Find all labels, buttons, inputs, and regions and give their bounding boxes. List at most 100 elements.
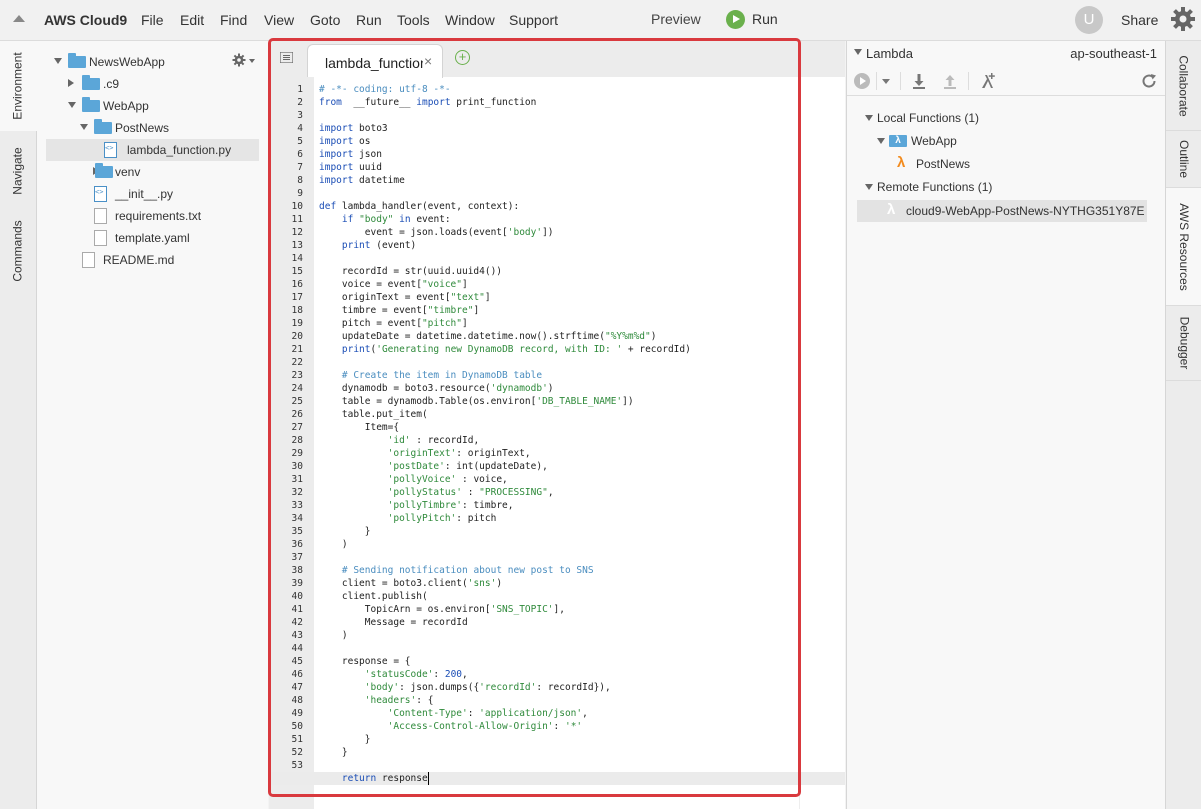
menu-find[interactable]: Find (220, 12, 247, 28)
menu-support[interactable]: Support (509, 12, 558, 28)
expand-arrow-icon[interactable] (80, 124, 88, 130)
code-line[interactable]: response = { (319, 655, 411, 668)
code-line[interactable]: } (319, 525, 371, 538)
code-line[interactable]: import uuid (319, 161, 382, 174)
menu-run[interactable]: Run (356, 12, 382, 28)
local-function-node[interactable]: λ PostNews (897, 153, 1153, 175)
code-line[interactable]: import json (319, 148, 382, 161)
code-line[interactable]: timbre = event["timbre"] (319, 304, 479, 317)
local-app-node[interactable]: λ WebApp (875, 130, 1153, 152)
editor-tab-lambda-function[interactable]: lambda_function.py × (307, 44, 443, 78)
expand-arrow-icon[interactable] (877, 138, 885, 144)
menu-edit[interactable]: Edit (180, 12, 204, 28)
tree-item-readme[interactable]: README.md (37, 249, 268, 271)
refresh-icon[interactable] (1139, 71, 1159, 91)
run-function-icon[interactable] (852, 71, 872, 91)
tree-item-venv[interactable]: venv (37, 161, 268, 183)
code-line[interactable]: 'pollyPitch': pitch (319, 512, 497, 525)
code-line[interactable]: print (event) (319, 239, 416, 252)
expand-arrow-icon[interactable] (865, 184, 873, 190)
new-tab-plus-icon[interactable]: + (455, 50, 470, 65)
code-line[interactable]: print('Generating new DynamoDB record, w… (319, 343, 691, 356)
tree-item-requirements[interactable]: requirements.txt (37, 205, 268, 227)
expand-arrow-icon[interactable] (865, 115, 873, 121)
code-line[interactable]: 'originText': originText, (319, 447, 531, 460)
expand-arrow-icon[interactable] (68, 102, 76, 108)
code-line[interactable]: # Sending notification about new post to… (319, 564, 594, 577)
new-lambda-function-icon[interactable] (978, 71, 998, 91)
code-line[interactable]: originText = event["text"] (319, 291, 491, 304)
panel-collapse-arrow-icon[interactable] (854, 49, 862, 55)
code-line[interactable]: client = boto3.client('sns') (319, 577, 502, 590)
tab-collaborate[interactable]: Collaborate (1166, 41, 1201, 131)
code-line[interactable]: 'pollyVoice' : voice, (319, 473, 508, 486)
code-line[interactable]: recordId = str(uuid.uuid4()) (319, 265, 502, 278)
code-line[interactable]: 'statusCode': 200, (319, 668, 468, 681)
menu-window[interactable]: Window (445, 12, 495, 28)
code-line[interactable]: 'postDate': int(updateDate), (319, 460, 548, 473)
code-area[interactable]: # -*- coding: utf-8 -*- from __future__ i… (319, 77, 845, 809)
import-download-icon[interactable] (909, 71, 929, 91)
tree-item-lambda-function[interactable]: lambda_function.py (46, 139, 259, 161)
tab-outline[interactable]: Outline (1166, 131, 1201, 188)
menu-tools[interactable]: Tools (397, 12, 430, 28)
chevron-down-icon[interactable] (876, 71, 896, 91)
collapse-menu-icon[interactable] (13, 15, 25, 22)
deploy-upload-icon[interactable] (940, 71, 960, 91)
gear-icon[interactable] (1170, 6, 1196, 32)
code-line[interactable]: 'body': json.dumps({'recordId': recordId… (319, 681, 611, 694)
tab-navigate[interactable]: Navigate (0, 133, 36, 209)
code-line[interactable]: TopicArn = os.environ['SNS_TOPIC'], (319, 603, 565, 616)
expand-arrow-icon[interactable] (54, 58, 62, 64)
remote-functions-node[interactable]: Remote Functions (1) (863, 176, 1153, 198)
code-line[interactable]: 'Content-Type': 'application/json', (319, 707, 588, 720)
tab-debugger[interactable]: Debugger (1166, 306, 1201, 381)
tree-item-newswebapp[interactable]: NewsWebApp (37, 51, 268, 73)
code-line[interactable]: 'pollyTimbre': timbre, (319, 499, 514, 512)
code-line[interactable]: client.publish( (319, 590, 428, 603)
code-line[interactable]: dynamodb = boto3.resource('dynamodb') (319, 382, 554, 395)
code-line[interactable]: 'id' : recordId, (319, 434, 480, 447)
code-line[interactable]: from __future__ import print_function (319, 96, 536, 109)
code-line[interactable]: voice = event["voice"] (319, 278, 468, 291)
code-line[interactable]: } (319, 733, 371, 746)
remote-function-node[interactable]: λ cloud9-WebApp-PostNews-NYTHG351Y87E (857, 200, 1147, 222)
tab-aws-resources[interactable]: AWS Resources (1166, 188, 1201, 306)
code-line[interactable]: } (319, 746, 348, 759)
code-line[interactable]: # -*- coding: utf-8 -*- (319, 83, 451, 96)
code-line[interactable]: import os (319, 135, 371, 148)
tree-item-c9[interactable]: .c9 (37, 73, 268, 95)
collapse-arrow-icon[interactable] (68, 79, 74, 87)
preview-button[interactable]: Preview (651, 11, 701, 27)
user-avatar[interactable]: U (1075, 6, 1103, 34)
tab-environment[interactable]: Environment (0, 41, 37, 131)
code-line[interactable]: ) (319, 538, 348, 551)
code-line[interactable]: updateDate = datetime.datetime.now().str… (319, 330, 657, 343)
run-button[interactable]: Run (752, 11, 778, 27)
code-line[interactable]: 'Access-Control-Allow-Origin': '*' (319, 720, 583, 733)
tree-item-init-py[interactable]: __init__.py (37, 183, 268, 205)
menu-view[interactable]: View (264, 12, 294, 28)
local-functions-node[interactable]: Local Functions (1) (863, 107, 1153, 129)
tree-item-postnews[interactable]: PostNews (37, 117, 268, 139)
tab-commands[interactable]: Commands (0, 209, 36, 293)
close-icon[interactable]: × (424, 53, 432, 69)
region-label[interactable]: ap-southeast-1 (1070, 46, 1157, 61)
code-line[interactable]: 'headers': { (319, 694, 434, 707)
menu-goto[interactable]: Goto (310, 12, 340, 28)
code-line[interactable]: 'pollyStatus' : "PROCESSING", (319, 486, 554, 499)
code-line[interactable]: event = json.loads(event['body']) (319, 226, 554, 239)
code-line[interactable]: Message = recordId (319, 616, 468, 629)
code-line[interactable]: pitch = event["pitch"] (319, 317, 468, 330)
share-button[interactable]: Share (1121, 12, 1158, 28)
code-line[interactable]: import datetime (319, 174, 405, 187)
code-line[interactable]: # Create the item in DynamoDB table (319, 369, 542, 382)
run-icon[interactable] (726, 10, 745, 29)
code-line[interactable]: return response (319, 772, 429, 785)
code-line[interactable]: ) (319, 629, 348, 642)
menu-file[interactable]: File (141, 12, 164, 28)
code-line[interactable]: table.put_item( (319, 408, 428, 421)
code-line[interactable]: if "body" in event: (319, 213, 451, 226)
tab-menu-icon[interactable] (280, 52, 293, 63)
code-line[interactable]: table = dynamodb.Table(os.environ['DB_TA… (319, 395, 634, 408)
